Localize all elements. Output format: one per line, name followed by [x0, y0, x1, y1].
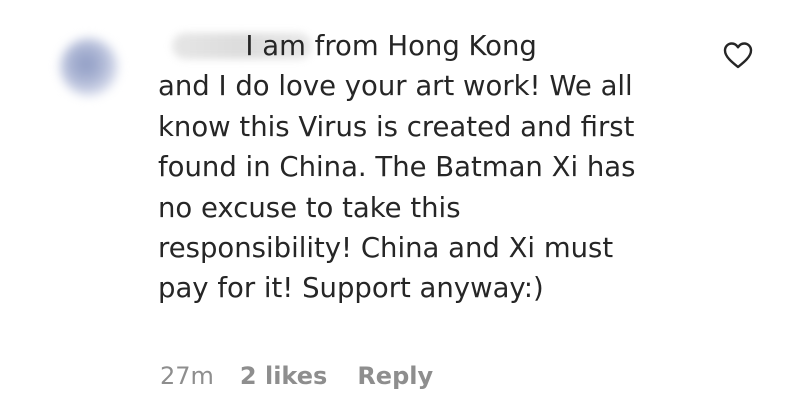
likes-count[interactable]: 2 likes: [240, 362, 327, 390]
comment-line: I am from Hong Kong: [158, 30, 537, 62]
heart-outline-icon[interactable]: [722, 40, 754, 70]
avatar[interactable]: [60, 38, 118, 96]
comment-item: I am from Hong Kong and I do love your a…: [0, 0, 800, 408]
comment-line: and I do love your art work! We all: [158, 70, 633, 103]
comment-text: I am from Hong Kong and I do love your a…: [158, 26, 718, 309]
reply-button[interactable]: Reply: [357, 362, 433, 390]
comment-line: pay for it! Support anyway:): [158, 272, 544, 305]
comment-meta: 27m 2 likes Reply: [160, 358, 433, 394]
comment-line: responsibility! China and Xi must: [158, 232, 614, 265]
comment-line: no excuse to take this: [158, 191, 461, 224]
comment-line: know this Virus is created and first: [158, 110, 635, 143]
timestamp: 27m: [160, 362, 214, 390]
comment-line: found in China. The Batman Xi has: [158, 151, 636, 184]
